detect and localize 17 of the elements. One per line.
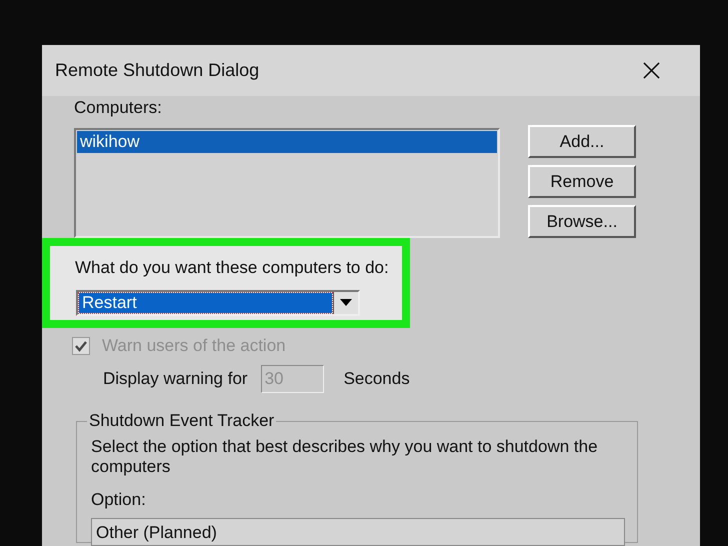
option-label: Option: — [91, 490, 147, 510]
tracker-description: Select the option that best describes why you want to shutdown the computers — [91, 437, 599, 477]
warn-label: Warn users of the action — [102, 336, 286, 356]
dialog-button[interactable]: Add... — [528, 125, 636, 158]
computers-label: Computers: — [74, 98, 163, 118]
close-icon[interactable] — [643, 62, 660, 79]
option-field[interactable]: Other (Planned) — [91, 518, 625, 546]
action-label: What do you want these computers to do: — [75, 258, 390, 278]
delay-label: Display warning for — [103, 369, 248, 389]
computer-list[interactable]: wikihow — [74, 128, 500, 238]
window-title: Remote Shutdown Dialog — [55, 60, 260, 81]
action-dropdown[interactable]: Restart — [76, 290, 360, 316]
dialog-button[interactable]: Remove — [528, 165, 636, 198]
unit-label: Seconds — [344, 369, 410, 389]
group-title: Shutdown Event Tracker — [88, 411, 276, 431]
dialog-button[interactable]: Browse... — [528, 205, 636, 238]
list-item[interactable]: wikihow — [77, 131, 497, 153]
